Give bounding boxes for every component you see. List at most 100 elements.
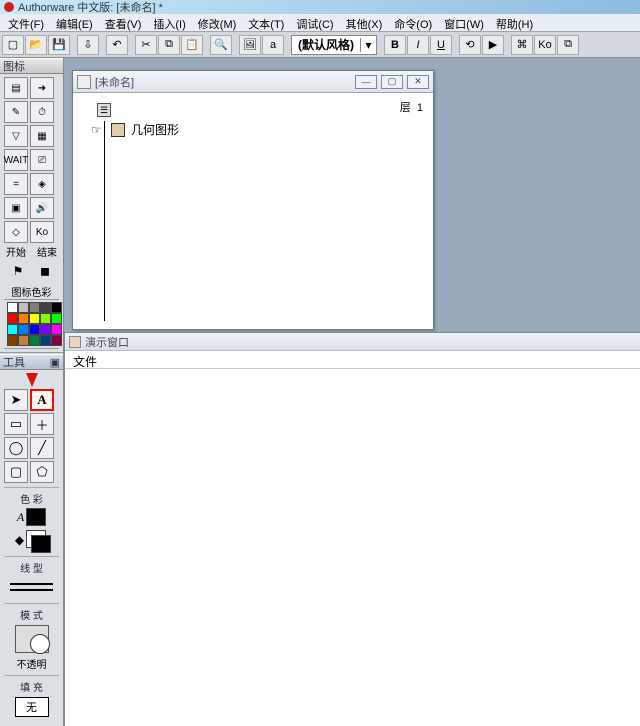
close-button[interactable]: ✕ xyxy=(407,75,429,89)
presentation-titlebar[interactable]: 演示窗口 xyxy=(65,333,640,351)
color-swatch-2[interactable] xyxy=(29,302,40,313)
ko-button[interactable]: Ko xyxy=(534,35,556,55)
flow-start-icon[interactable]: ☰ xyxy=(97,103,111,117)
color-swatch-3[interactable] xyxy=(40,302,51,313)
fill-value: 无 xyxy=(26,699,37,715)
text-color-swatch[interactable] xyxy=(26,508,46,526)
text-prop-button[interactable]: a xyxy=(262,35,284,55)
text-tool[interactable]: A xyxy=(30,389,54,411)
menu-debug[interactable]: 调试(C) xyxy=(290,14,339,31)
menu-file[interactable]: 文件(F) xyxy=(2,14,50,31)
line-weight-thin[interactable] xyxy=(10,583,53,585)
flow-node[interactable]: ☞ 几何图形 xyxy=(91,121,425,138)
mode-value: 不透明 xyxy=(4,656,59,671)
presentation-canvas[interactable] xyxy=(65,369,640,726)
color-swatch-19[interactable] xyxy=(51,335,62,346)
pointer-tool[interactable]: ➤ xyxy=(4,389,28,411)
calc-button[interactable]: ⌘ xyxy=(511,35,533,55)
copy-button[interactable]: ⧉ xyxy=(158,35,180,55)
decision-icon[interactable]: WAIT xyxy=(4,149,28,171)
color-swatch-16[interactable] xyxy=(18,335,29,346)
menu-help[interactable]: 帮助(H) xyxy=(490,14,539,31)
left-column: 图标 ▤ ➜ ✎ ⏱ ▽ ▦ WAIT ⎚ = ◈ ▣ 🔊 ◇ Ko 开始 结束 xyxy=(0,58,64,726)
presentation-menu-file[interactable]: 文件 xyxy=(65,351,640,369)
ellipse-tool[interactable]: ◯ xyxy=(4,437,28,459)
color-swatch-0[interactable] xyxy=(7,302,18,313)
menu-insert[interactable]: 插入(I) xyxy=(147,14,191,31)
italic-button[interactable]: I xyxy=(407,35,429,55)
display-icon[interactable]: ▤ xyxy=(4,77,28,99)
diagonal-line-tool[interactable]: ╱ xyxy=(30,437,54,459)
library-button[interactable]: ⧉ xyxy=(557,35,579,55)
digital-movie-icon[interactable]: ▣ xyxy=(4,197,28,219)
restart-button[interactable]: ⟲ xyxy=(459,35,481,55)
menu-command[interactable]: 命令(O) xyxy=(388,14,438,31)
underline-button[interactable]: U xyxy=(430,35,452,55)
app-title: Authorware 中文版: [未命名] * xyxy=(18,0,163,15)
import-button[interactable]: ⇩ xyxy=(77,35,99,55)
find-button[interactable]: 🔍 xyxy=(210,35,232,55)
navigate-icon[interactable]: ▽ xyxy=(4,125,28,147)
start-flag[interactable]: ⚑ xyxy=(8,262,28,280)
text-style-combo[interactable]: (默认风格) ▾ xyxy=(291,35,377,55)
design-window-titlebar[interactable]: [未命名] — ▢ ✕ xyxy=(73,71,433,93)
color-swatch-8[interactable] xyxy=(40,313,51,324)
maximize-button[interactable]: ▢ xyxy=(381,75,403,89)
display-node-label: 几何图形 xyxy=(131,121,179,138)
cut-button[interactable]: ✂ xyxy=(135,35,157,55)
app-icon xyxy=(4,2,14,12)
bold-button[interactable]: B xyxy=(384,35,406,55)
play-button[interactable]: ▶ xyxy=(482,35,504,55)
mode-picker[interactable] xyxy=(15,625,49,653)
rectangle-tool[interactable]: ▭ xyxy=(4,413,28,435)
tools-panel-header: 工具 ▣ xyxy=(0,354,63,370)
open-button[interactable]: 📂 xyxy=(25,35,47,55)
new-button[interactable]: ▢ xyxy=(2,35,24,55)
map-icon[interactable]: ◈ xyxy=(30,173,54,195)
image-prop-button[interactable]: 🖼 xyxy=(239,35,261,55)
save-all-button[interactable]: 💾 xyxy=(48,35,70,55)
menu-view[interactable]: 查看(V) xyxy=(99,14,148,31)
undo-button[interactable]: ↶ xyxy=(106,35,128,55)
color-swatch-4[interactable] xyxy=(51,302,62,313)
paste-button[interactable]: 📋 xyxy=(181,35,203,55)
color-swatch-12[interactable] xyxy=(29,324,40,335)
line-tool[interactable]: ＋ xyxy=(30,413,54,435)
ko-icon[interactable]: Ko xyxy=(30,221,54,243)
color-swatch-14[interactable] xyxy=(51,324,62,335)
close-icon[interactable]: ▣ xyxy=(50,356,60,369)
fill-picker[interactable]: 无 xyxy=(15,697,49,717)
color-swatch-17[interactable] xyxy=(29,335,40,346)
fg-color-swatch[interactable] xyxy=(31,535,51,553)
calc-icon[interactable]: = xyxy=(4,173,28,195)
color-swatch-13[interactable] xyxy=(40,324,51,335)
color-swatch-18[interactable] xyxy=(40,335,51,346)
framework-icon[interactable]: ▦ xyxy=(30,125,54,147)
motion-icon[interactable]: ➜ xyxy=(30,77,54,99)
sound-icon[interactable]: 🔊 xyxy=(30,197,54,219)
color-swatch-15[interactable] xyxy=(7,335,18,346)
menu-modify[interactable]: 修改(M) xyxy=(192,14,243,31)
menu-edit[interactable]: 编辑(E) xyxy=(50,14,99,31)
interaction-icon[interactable]: ⎚ xyxy=(30,149,54,171)
menu-other[interactable]: 其他(X) xyxy=(340,14,389,31)
dvd-icon[interactable]: ◇ xyxy=(4,221,28,243)
design-window[interactable]: [未命名] — ▢ ✕ 层 1 ☰ ☞ 几何图形 xyxy=(72,70,434,330)
color-swatch-10[interactable] xyxy=(7,324,18,335)
color-swatch-11[interactable] xyxy=(18,324,29,335)
end-flag[interactable]: ◼ xyxy=(35,262,55,280)
menu-text[interactable]: 文本(T) xyxy=(242,14,290,31)
polygon-tool[interactable]: ⬠ xyxy=(30,461,54,483)
color-swatch-9[interactable] xyxy=(51,313,62,324)
presentation-window[interactable]: 演示窗口 文件 xyxy=(64,332,640,726)
line-arrow-style[interactable] xyxy=(10,589,53,591)
menu-window[interactable]: 窗口(W) xyxy=(438,14,490,31)
wait-icon[interactable]: ⏱ xyxy=(30,101,54,123)
color-swatch-1[interactable] xyxy=(18,302,29,313)
minimize-button[interactable]: — xyxy=(355,75,377,89)
erase-icon[interactable]: ✎ xyxy=(4,101,28,123)
color-swatch-5[interactable] xyxy=(7,313,18,324)
color-swatch-7[interactable] xyxy=(29,313,40,324)
color-swatch-6[interactable] xyxy=(18,313,29,324)
rounded-rect-tool[interactable]: ▢ xyxy=(4,461,28,483)
